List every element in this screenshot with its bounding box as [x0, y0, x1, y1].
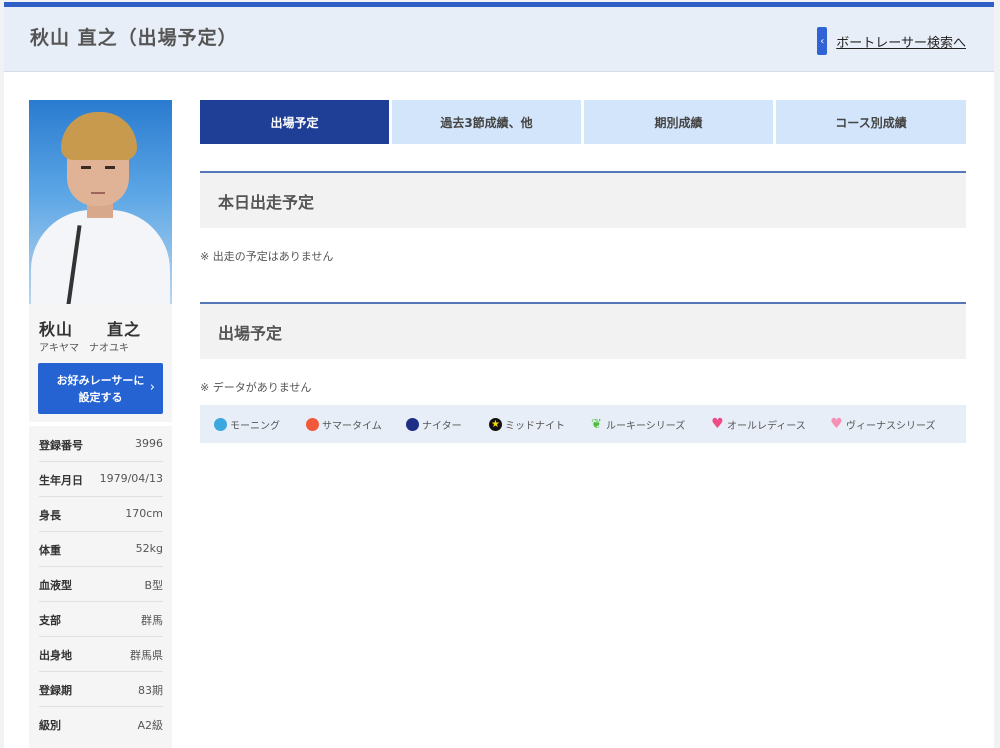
racer-search-link[interactable]: ‹ ボートレーサー検索へ [817, 27, 966, 55]
profile-row-registration: 登録番号 3996 [39, 426, 163, 462]
profile-table: 登録番号 3996 生年月日 1979/04/13 身長 170cm 体重 52… [29, 426, 172, 748]
today-empty-note: ※ 出走の予定はありません [200, 250, 334, 263]
racer-name-kana: アキヤマ ナオユキ [39, 343, 129, 354]
midnight-icon: ★ [489, 418, 502, 431]
profile-row-birthdate: 生年月日 1979/04/13 [39, 461, 163, 497]
legend-item: ♥ オールレディース [711, 416, 806, 432]
profile-row-blood-type: 血液型 B型 [39, 566, 163, 602]
chevron-right-icon: › [149, 380, 155, 395]
legend-item: サマータイム [306, 417, 382, 432]
tab-term-results[interactable]: 期別成績 [584, 100, 773, 144]
profile-row-branch: 支部 群馬 [39, 601, 163, 637]
racer-name: 秋山 直之 [39, 320, 142, 339]
profile-row-class: 級別 A2級 [39, 719, 163, 732]
rookie-icon: ❦ [591, 417, 602, 432]
tab-schedule[interactable]: 出場予定 [200, 100, 389, 144]
tab-past-3-sessions[interactable]: 過去3節成績、他 [392, 100, 581, 144]
set-favorite-button[interactable]: お好みレーサーに 設定する › [38, 363, 163, 414]
chevron-left-icon: ‹ [817, 27, 828, 55]
legend-item: ナイター [406, 417, 462, 432]
racer-photo [29, 100, 172, 304]
page-title: 秋山 直之（出場予定） [30, 27, 238, 49]
profile-row-birthplace: 出身地 群馬県 [39, 636, 163, 672]
legend-item: ❦ ルーキーシリーズ [591, 417, 686, 432]
nighter-icon [406, 418, 419, 431]
venus-icon: ♥ [830, 416, 843, 432]
racer-name-box: 秋山 直之 アキヤマ ナオユキ [29, 304, 172, 360]
morning-icon [214, 418, 227, 431]
summer-time-icon [306, 418, 319, 431]
profile-row-weight: 体重 52kg [39, 531, 163, 567]
schedule-section-title: 出場予定 [218, 324, 283, 343]
ladies-icon: ♥ [711, 416, 724, 432]
race-type-legend: モーニング サマータイム ナイター ★ ミッドナイト ❦ ルーキーシリーズ ♥ … [200, 405, 966, 443]
set-favorite-label: お好みレーサーに 設定する [56, 373, 145, 404]
schedule-section-header: 出場予定 [200, 302, 966, 359]
profile-row-height: 身長 170cm [39, 496, 163, 532]
today-section-title: 本日出走予定 [218, 193, 315, 212]
racer-search-link-label: ボートレーサー検索へ [836, 35, 966, 51]
today-section-header: 本日出走予定 [200, 171, 966, 228]
legend-item: モーニング [214, 417, 280, 432]
profile-row-registration-term: 登録期 83期 [39, 671, 163, 707]
legend-item: ♥ ヴィーナスシリーズ [830, 416, 936, 432]
favorite-wrapper: お好みレーサーに 設定する › [29, 360, 172, 422]
schedule-empty-note: ※ データがありません [200, 381, 312, 394]
page-header: 秋山 直之（出場予定） ‹ ボートレーサー検索へ [4, 7, 994, 72]
tab-course-results[interactable]: コース別成績 [776, 100, 966, 144]
page: 秋山 直之（出場予定） ‹ ボートレーサー検索へ 秋山 直之 アキヤマ ナオユキ… [4, 2, 994, 748]
legend-item: ★ ミッドナイト [489, 417, 565, 432]
